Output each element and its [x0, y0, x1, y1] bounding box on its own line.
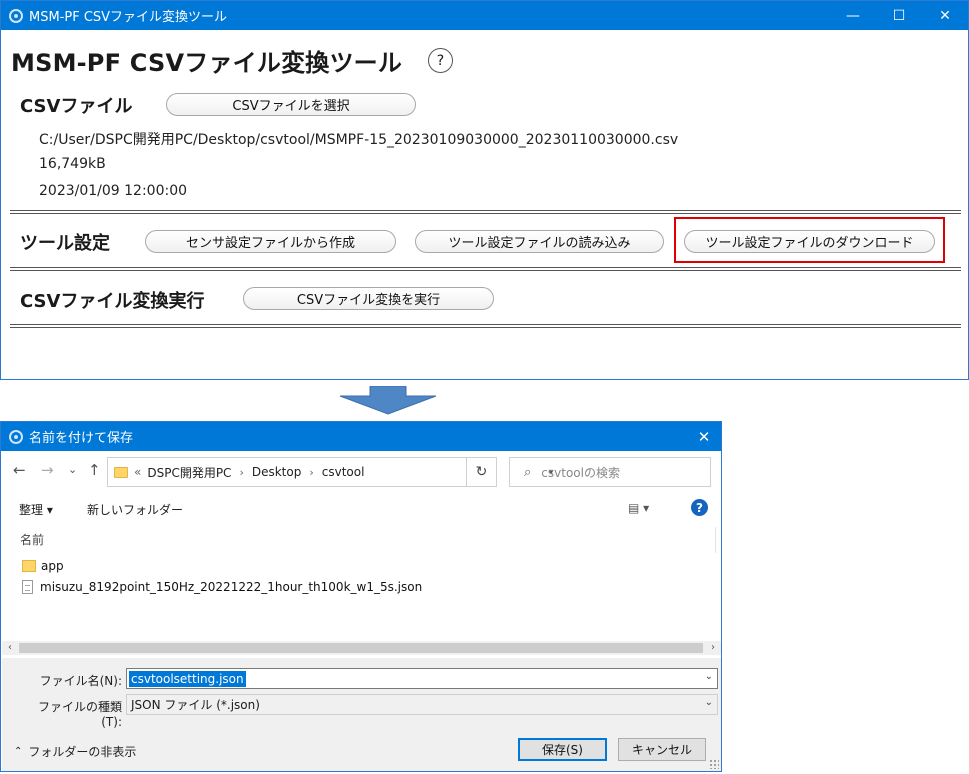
- json-file-icon: [22, 580, 33, 594]
- chevron-down-icon[interactable]: ⌄: [705, 697, 713, 708]
- filename-value: csvtoolsetting.json: [129, 670, 246, 687]
- dialog-titlebar[interactable]: 名前を付けて保存 ✕: [1, 422, 721, 451]
- cancel-button[interactable]: キャンセル: [618, 738, 706, 761]
- resize-grip[interactable]: [709, 759, 719, 769]
- breadcrumb-item[interactable]: DSPC開発用PC: [147, 464, 231, 481]
- section-divider: [10, 267, 961, 271]
- help-button[interactable]: ?: [428, 48, 453, 73]
- back-icon[interactable]: ←: [13, 461, 26, 479]
- section-divider: [10, 210, 961, 214]
- forward-icon[interactable]: →: [41, 461, 54, 479]
- breadcrumb-item[interactable]: Desktop: [252, 465, 302, 479]
- tool-settings-label: ツール設定: [20, 233, 110, 254]
- save-dialog: 名前を付けて保存 ✕ ← → ⌄ ↑ « DSPC開発用PC › Desktop…: [0, 421, 722, 772]
- app-icon: [9, 429, 23, 444]
- refresh-icon[interactable]: ↻: [466, 458, 496, 486]
- column-divider[interactable]: [715, 527, 716, 553]
- chevron-down-icon[interactable]: ⌄: [705, 671, 713, 682]
- file-list: 名前 app misuzu_8192point_150Hz_20221222_1…: [2, 525, 721, 645]
- list-item[interactable]: app: [22, 559, 64, 573]
- scroll-left-icon[interactable]: ‹: [2, 641, 18, 655]
- minimize-button[interactable]: —: [830, 1, 876, 30]
- save-button[interactable]: 保存(S): [518, 738, 607, 761]
- view-options-icon[interactable]: ▤ ▾: [628, 501, 649, 515]
- list-item-name: app: [41, 559, 64, 573]
- csv-file-label: CSVファイル: [20, 96, 133, 117]
- chevron-up-icon: ⌃: [14, 746, 23, 757]
- breadcrumb-separator: ›: [309, 465, 314, 479]
- app-heading: MSM-PF CSVファイル変換ツール: [11, 49, 403, 77]
- new-folder-button[interactable]: 新しいフォルダー: [87, 501, 183, 518]
- help-icon[interactable]: ?: [691, 499, 708, 516]
- name-column-header[interactable]: 名前: [20, 531, 44, 548]
- breadcrumb-overflow[interactable]: «: [134, 465, 141, 479]
- recent-locations-icon[interactable]: ⌄: [68, 463, 77, 476]
- csv-size: 16,749kB: [39, 156, 106, 172]
- folder-icon: [22, 560, 36, 572]
- down-arrow-icon: [339, 386, 437, 415]
- main-titlebar[interactable]: MSM-PF CSVファイル変換ツール — ☐ ✕: [1, 1, 968, 30]
- filetype-value: JSON ファイル (*.json): [131, 698, 260, 712]
- search-box[interactable]: ⌕ csvtoolの検索: [509, 457, 711, 487]
- csv-path: C:/User/DSPC開発用PC/Desktop/csvtool/MSMPF-…: [39, 132, 679, 148]
- app-icon: [9, 8, 23, 23]
- convert-label: CSVファイル変換実行: [20, 291, 205, 312]
- navigation-bar: ← → ⌄ ↑ « DSPC開発用PC › Desktop › csvtool …: [1, 456, 721, 488]
- main-window: MSM-PF CSVファイル変換ツール — ☐ ✕ MSM-PF CSVファイル…: [0, 0, 969, 380]
- scrollbar-thumb[interactable]: [19, 643, 703, 653]
- address-bar[interactable]: « DSPC開発用PC › Desktop › csvtool ▾ ↻: [107, 457, 554, 487]
- search-icon: ⌕: [524, 464, 532, 480]
- organize-button[interactable]: 整理 ▾: [19, 501, 53, 518]
- dialog-close-button[interactable]: ✕: [687, 422, 721, 451]
- command-bar: 整理 ▾ 新しいフォルダー ▤ ▾ ?: [1, 495, 721, 523]
- folder-icon: [114, 466, 128, 478]
- csv-datetime: 2023/01/09 12:00:00: [39, 183, 188, 199]
- list-item[interactable]: misuzu_8192point_150Hz_20221222_1hour_th…: [22, 580, 422, 594]
- hide-folders-toggle[interactable]: ⌃ フォルダーの非表示: [14, 743, 136, 760]
- filename-input[interactable]: csvtoolsetting.json ⌄: [126, 668, 718, 689]
- up-folder-icon[interactable]: ↑: [88, 461, 101, 479]
- breadcrumb-separator: ›: [239, 465, 244, 479]
- close-button[interactable]: ✕: [922, 1, 968, 30]
- list-item-name: misuzu_8192point_150Hz_20221222_1hour_th…: [40, 580, 423, 594]
- load-settings-button[interactable]: ツール設定ファイルの読み込み: [415, 230, 664, 253]
- window-controls: — ☐ ✕: [830, 1, 968, 30]
- section-divider: [10, 324, 961, 328]
- select-csv-button[interactable]: CSVファイルを選択: [166, 93, 416, 116]
- horizontal-scrollbar[interactable]: ‹ ›: [2, 641, 721, 655]
- main-window-title: MSM-PF CSVファイル変換ツール: [29, 10, 228, 25]
- scroll-right-icon[interactable]: ›: [705, 641, 721, 655]
- maximize-button[interactable]: ☐: [876, 1, 922, 30]
- breadcrumb-item[interactable]: csvtool: [322, 465, 365, 479]
- filetype-select[interactable]: JSON ファイル (*.json) ⌄: [126, 694, 718, 715]
- dialog-title: 名前を付けて保存: [29, 431, 134, 446]
- create-from-sensor-button[interactable]: センサ設定ファイルから作成: [145, 230, 396, 253]
- run-convert-button[interactable]: CSVファイル変換を実行: [243, 287, 494, 310]
- filename-label: ファイル名(N):: [39, 674, 122, 688]
- highlight-box: [674, 217, 945, 263]
- search-placeholder: csvtoolの検索: [541, 465, 620, 480]
- filetype-label: ファイルの種類(T):: [37, 700, 122, 729]
- hide-folders-label: フォルダーの非表示: [28, 745, 137, 759]
- save-options-pane: ファイル名(N): csvtoolsetting.json ⌄ ファイルの種類(…: [2, 658, 721, 771]
